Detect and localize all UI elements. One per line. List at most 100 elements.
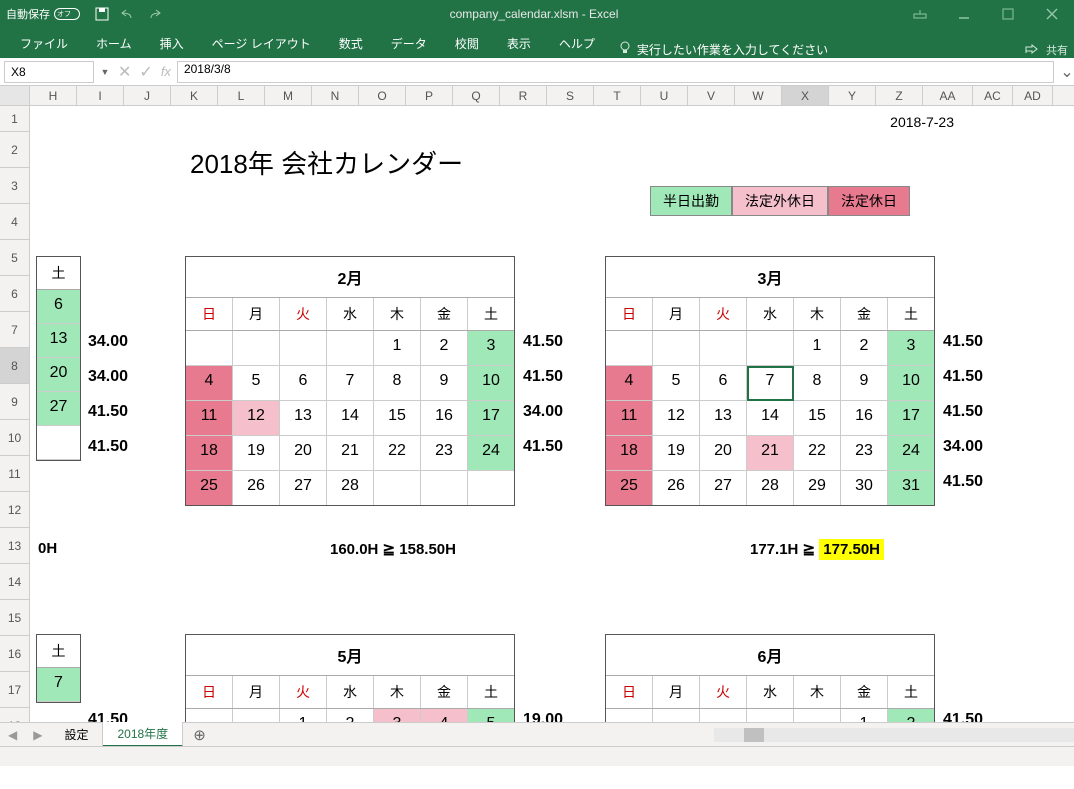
col-header[interactable]: AD (1013, 86, 1053, 105)
row-header[interactable]: 17 (0, 672, 29, 708)
calendar-day[interactable]: 4 (606, 366, 653, 400)
scrollbar-thumb[interactable] (744, 728, 764, 742)
calendar-day[interactable]: 23 (421, 436, 468, 470)
row-header[interactable]: 3 (0, 168, 29, 204)
tab-nav-prev-icon[interactable]: ◀ (0, 728, 25, 742)
col-header[interactable]: AA (923, 86, 973, 105)
grid[interactable]: 2018-7-23 2018年 会社カレンダー 半日出勤 法定外休日 法定休日 … (30, 106, 1074, 766)
calendar-day[interactable]: 20 (700, 436, 747, 470)
calendar-day[interactable]: 30 (841, 471, 888, 505)
col-header[interactable]: K (171, 86, 218, 105)
calendar-day[interactable]: 13 (37, 324, 80, 358)
tab-file[interactable]: ファイル (6, 29, 82, 58)
col-header[interactable]: H (30, 86, 77, 105)
calendar-day[interactable]: 6 (700, 366, 747, 400)
calendar-day[interactable]: 20 (280, 436, 327, 470)
calendar-day[interactable] (468, 471, 514, 505)
calendar-day[interactable]: 2 (421, 331, 468, 365)
formula-confirm-icon[interactable]: ✓ (139, 62, 152, 82)
calendar-day[interactable]: 12 (233, 401, 280, 435)
calendar-day[interactable]: 20 (37, 358, 80, 392)
calendar-day[interactable]: 21 (747, 436, 794, 470)
tab-help[interactable]: ヘルプ (545, 29, 609, 58)
ribbon-options-icon[interactable] (898, 0, 942, 28)
tab-view[interactable]: 表示 (493, 29, 545, 58)
redo-icon[interactable] (146, 6, 162, 22)
calendar-day[interactable]: 22 (794, 436, 841, 470)
calendar-day[interactable]: 19 (653, 436, 700, 470)
calendar-day[interactable]: 26 (233, 471, 280, 505)
calendar-day[interactable]: 8 (374, 366, 421, 400)
calendar-day[interactable]: 13 (280, 401, 327, 435)
calendar-day[interactable]: 25 (186, 471, 233, 505)
calendar-day[interactable]: 4 (186, 366, 233, 400)
calendar-day[interactable] (37, 426, 80, 460)
calendar-day[interactable]: 17 (888, 401, 934, 435)
calendar-day[interactable]: 7 (327, 366, 374, 400)
calendar-day[interactable]: 1 (374, 331, 421, 365)
row-header[interactable]: 4 (0, 204, 29, 240)
fx-icon[interactable]: fx (161, 64, 171, 79)
calendar-day[interactable] (186, 331, 233, 365)
calendar-day[interactable]: 12 (653, 401, 700, 435)
row-header[interactable]: 9 (0, 384, 29, 420)
col-header[interactable]: R (500, 86, 547, 105)
calendar-day[interactable]: 8 (794, 366, 841, 400)
calendar-day[interactable] (280, 331, 327, 365)
tab-review[interactable]: 校閲 (441, 29, 493, 58)
col-header[interactable]: T (594, 86, 641, 105)
calendar-day[interactable]: 11 (186, 401, 233, 435)
col-header[interactable]: O (359, 86, 406, 105)
row-header[interactable]: 15 (0, 600, 29, 636)
calendar-day[interactable]: 25 (606, 471, 653, 505)
calendar-day[interactable]: 10 (888, 366, 934, 400)
sheet-tab-settings[interactable]: 設定 (50, 723, 103, 746)
calendar-day[interactable]: 6 (280, 366, 327, 400)
calendar-day[interactable]: 9 (841, 366, 888, 400)
autosave-toggle[interactable]: オフ (54, 8, 80, 20)
calendar-day[interactable]: 5 (233, 366, 280, 400)
calendar-day[interactable]: 24 (888, 436, 934, 470)
calendar-day[interactable] (327, 331, 374, 365)
namebox-dropdown-icon[interactable]: ▼ (98, 67, 112, 77)
col-header[interactable]: P (406, 86, 453, 105)
calendar-day[interactable]: 21 (327, 436, 374, 470)
tab-formulas[interactable]: 数式 (325, 29, 377, 58)
calendar-day[interactable]: 28 (327, 471, 374, 505)
calendar-day[interactable]: 28 (747, 471, 794, 505)
calendar-day[interactable]: 29 (794, 471, 841, 505)
calendar-day[interactable]: 27 (280, 471, 327, 505)
calendar-day[interactable]: 7 (747, 366, 794, 400)
share-button[interactable]: 共有 (1046, 42, 1068, 58)
calendar-day[interactable]: 15 (374, 401, 421, 435)
col-header[interactable]: N (312, 86, 359, 105)
row-header[interactable]: 6 (0, 276, 29, 312)
calendar-day[interactable] (421, 471, 468, 505)
row-header[interactable]: 5 (0, 240, 29, 276)
row-header[interactable]: 7 (0, 312, 29, 348)
tellme[interactable]: 実行したい作業を入力してください (619, 41, 828, 58)
calendar-day[interactable]: 9 (421, 366, 468, 400)
name-box[interactable]: X8 (4, 61, 94, 83)
col-header[interactable]: W (735, 86, 782, 105)
col-header[interactable]: U (641, 86, 688, 105)
save-icon[interactable] (94, 6, 110, 22)
tab-pagelayout[interactable]: ページ レイアウト (198, 29, 325, 58)
formula-input[interactable]: 2018/3/8 (177, 61, 1054, 83)
calendar-day[interactable]: 5 (653, 366, 700, 400)
row-header[interactable]: 10 (0, 420, 29, 456)
calendar-day[interactable]: 16 (421, 401, 468, 435)
calendar-day[interactable]: 6 (37, 290, 80, 324)
row-header[interactable]: 11 (0, 456, 29, 492)
row-header[interactable]: 16 (0, 636, 29, 672)
select-all-corner[interactable] (0, 86, 30, 105)
minimize-icon[interactable] (942, 0, 986, 28)
calendar-day[interactable] (653, 331, 700, 365)
calendar-day[interactable]: 27 (700, 471, 747, 505)
calendar-day[interactable]: 16 (841, 401, 888, 435)
calendar-day[interactable]: 22 (374, 436, 421, 470)
row-header[interactable]: 1 (0, 106, 29, 132)
tab-insert[interactable]: 挿入 (146, 29, 198, 58)
calendar-day[interactable]: 11 (606, 401, 653, 435)
calendar-day[interactable] (233, 331, 280, 365)
